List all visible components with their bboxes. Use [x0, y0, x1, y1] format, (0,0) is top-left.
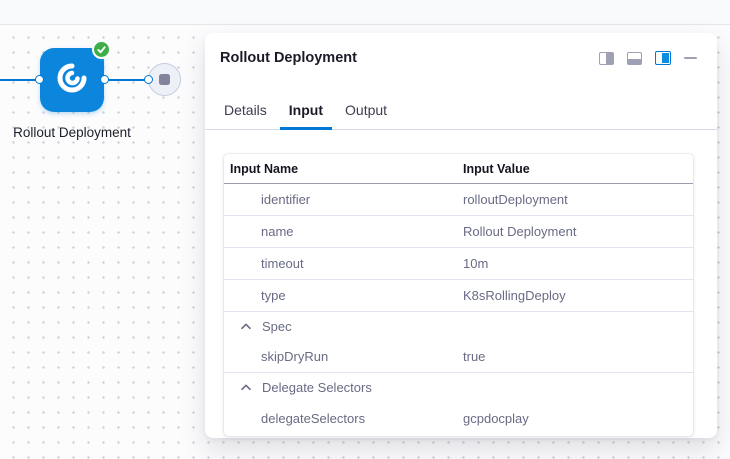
- canvas-toolbar: [0, 0, 730, 25]
- step-details-panel: Rollout Deployment Details Input Output In…: [205, 33, 717, 438]
- dock-split-bottom-icon[interactable]: [627, 52, 642, 65]
- input-field-row: identifierrolloutDeployment: [224, 184, 693, 216]
- input-group-row: Delegate Selectors: [224, 373, 693, 402]
- input-value-cell: Rollout Deployment: [463, 224, 693, 239]
- minimize-button[interactable]: [684, 57, 697, 60]
- dock-split-right-icon[interactable]: [599, 52, 614, 65]
- input-field-row: delegateSelectorsgcpdocplay: [224, 402, 693, 434]
- panel-tabs: Details Input Output: [205, 66, 717, 130]
- input-name-cell: type: [224, 288, 463, 303]
- step-node-label: Rollout Deployment: [6, 122, 138, 144]
- input-table-header: Input Name Input Value: [224, 154, 693, 184]
- input-name-cell: skipDryRun: [224, 349, 463, 364]
- input-field-row: nameRollout Deployment: [224, 216, 693, 248]
- input-value-cell: gcpdocplay: [463, 411, 693, 426]
- success-check-icon: [92, 40, 111, 59]
- chevron-up-icon[interactable]: [241, 323, 251, 330]
- rolling-deploy-icon: [54, 60, 90, 101]
- stop-node-port: [144, 75, 153, 84]
- input-table: Input Name Input Value identifierrollout…: [224, 154, 693, 436]
- input-field-row: typeK8sRollingDeploy: [224, 280, 693, 312]
- input-field-row: skipDryRuntrue: [224, 341, 693, 373]
- group-label: Delegate Selectors: [262, 380, 372, 395]
- node-port-out[interactable]: [100, 75, 109, 84]
- input-name-cell: name: [224, 224, 463, 239]
- column-header-input-value: Input Value: [463, 162, 693, 176]
- panel-window-controls: [599, 51, 697, 65]
- column-header-input-name: Input Name: [224, 162, 463, 176]
- dock-right-active-icon[interactable]: [655, 51, 671, 65]
- input-name-cell: delegateSelectors: [224, 411, 463, 426]
- stop-square-icon: [159, 74, 170, 85]
- panel-title: Rollout Deployment: [220, 50, 357, 66]
- input-field-row: timeout10m: [224, 248, 693, 280]
- input-value-cell: true: [463, 349, 693, 364]
- input-name-cell: timeout: [224, 256, 463, 271]
- input-table-body: identifierrolloutDeploymentnameRollout D…: [224, 184, 693, 434]
- tab-input[interactable]: Input: [280, 103, 332, 130]
- group-label: Spec: [262, 319, 292, 334]
- input-value-cell: rolloutDeployment: [463, 192, 693, 207]
- input-value-cell: K8sRollingDeploy: [463, 288, 693, 303]
- input-group-row: Spec: [224, 312, 693, 341]
- edge-connector-right: [102, 79, 150, 81]
- tab-details[interactable]: Details: [224, 103, 267, 129]
- input-value-cell: 10m: [463, 256, 693, 271]
- panel-header: Rollout Deployment: [205, 33, 717, 66]
- node-port-in[interactable]: [35, 75, 44, 84]
- step-node-rollout-deployment[interactable]: [40, 48, 104, 112]
- input-name-cell: identifier: [224, 192, 463, 207]
- tab-output[interactable]: Output: [345, 103, 387, 129]
- chevron-up-icon[interactable]: [241, 384, 251, 391]
